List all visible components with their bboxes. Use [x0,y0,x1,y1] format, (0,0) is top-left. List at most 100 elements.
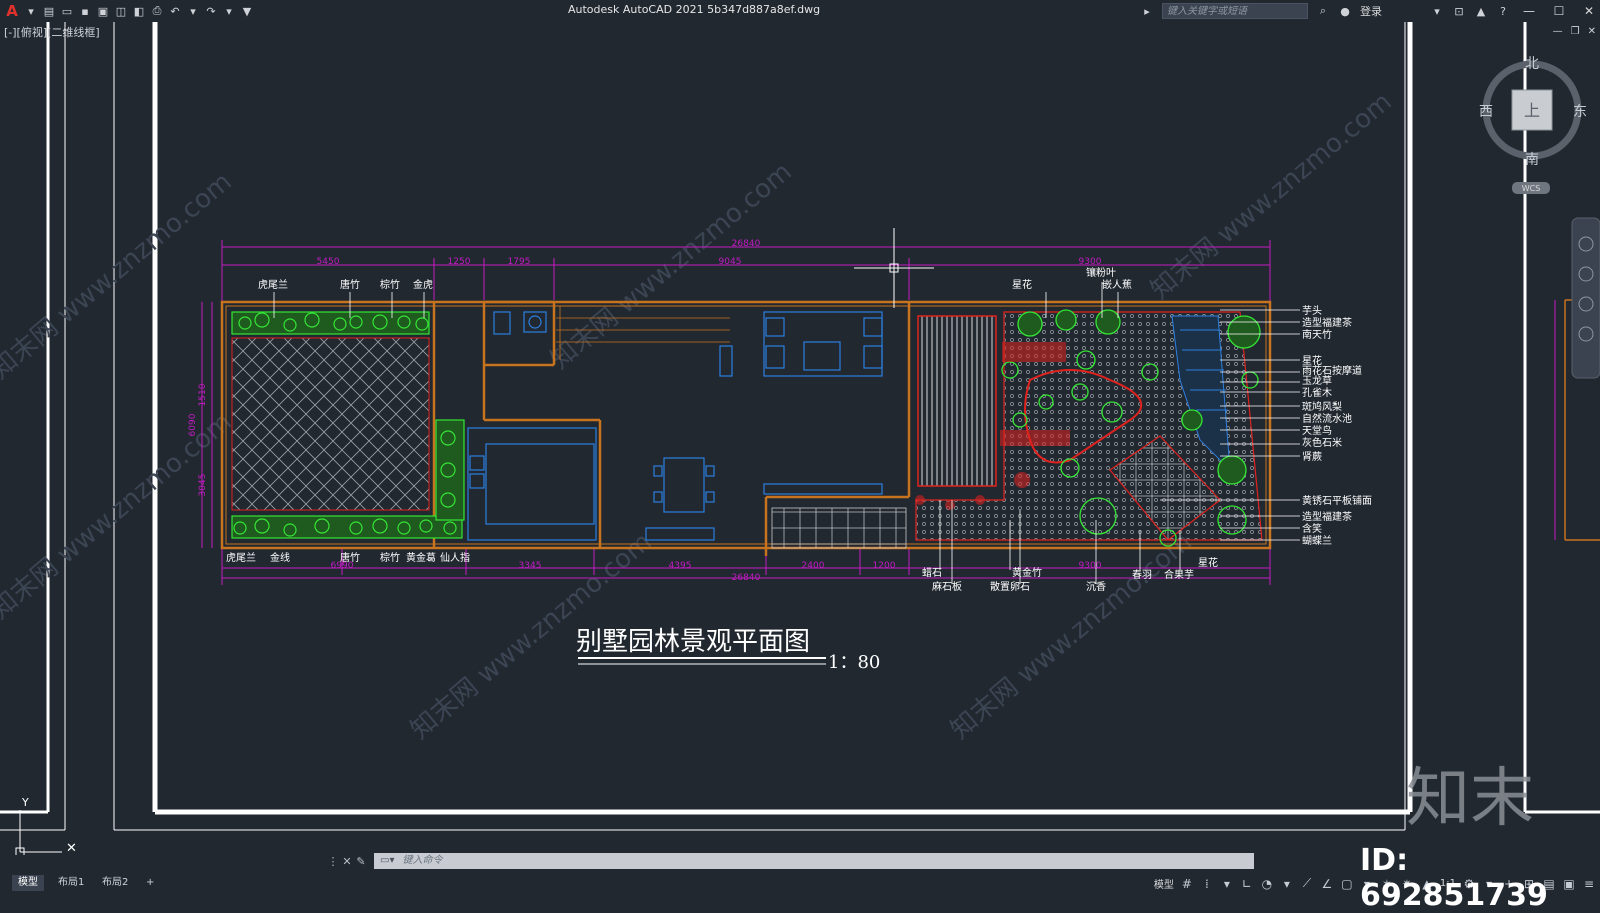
dim-top-2: 1250 [448,257,471,267]
save-as-icon[interactable]: ▣ [96,4,110,18]
user-icon[interactable]: ● [1338,4,1352,18]
command-grip-icon[interactable]: ⋮ [326,855,340,868]
title-bar: A ▾ ▤ ▭ ▪ ▣ ◫ ◧ ⎙ ↶ ▾ ↷ ▾ ▼ Autodesk Aut… [0,0,1600,22]
label-top-left-3: 金虎 [413,278,433,291]
login-dropdown-icon[interactable]: ▾ [1430,4,1444,18]
tab-layout1[interactable]: 布局1 [52,875,90,891]
print-icon[interactable]: ⎙ [150,4,164,18]
save-to-web-icon[interactable]: ◧ [132,4,146,18]
label-right-1: 造型福建茶 [1302,316,1352,329]
command-recent-icon[interactable]: ▭▾ [380,853,394,869]
search-input[interactable]: 键入关键字或短语 [1162,3,1308,19]
dim-top-total: 26840 [732,239,761,249]
tab-model[interactable]: 模型 [12,875,44,891]
customize-toolbar-icon[interactable]: ▼ [240,4,254,18]
viewport-minimize-icon[interactable]: — [1553,26,1563,37]
label-right-12: 黄锈石平板铺面 [1302,494,1372,507]
save-icon[interactable]: ▪ [78,4,92,18]
viewport-window-controls: — ❐ ✕ [1553,26,1596,37]
dim-bottom-6: 9300 [1079,561,1102,571]
window-title: Autodesk AutoCAD 2021 5b347d887a8ef.dwg [568,3,821,16]
dim-top-4: 9045 [719,257,742,267]
label-bottom-right-2: 麻石板 [932,580,962,593]
dim-bottom-5: 1200 [873,561,896,571]
label-right-5: 玉龙草 [1302,374,1332,387]
label-right-9: 天堂鸟 [1302,424,1332,437]
ortho-icon[interactable]: ∟ [1240,877,1254,891]
grid-icon[interactable]: # [1180,877,1194,891]
snap-icon[interactable]: ⁞ [1200,877,1214,891]
dim-left-1: 6090 [188,413,198,436]
undo-dropdown-icon[interactable]: ▾ [186,4,200,18]
minimize-button[interactable]: — [1518,4,1540,18]
label-right-8: 自然流水池 [1302,412,1352,425]
dim-left-2: 1510 [198,383,208,406]
label-bottom-left-2: 唐竹 [340,551,360,564]
label-right-13: 造型福建茶 [1302,510,1352,523]
id-watermark: ID: 692851739 [1360,843,1548,913]
polar-icon[interactable]: ◔ [1260,877,1274,891]
isodraft-icon[interactable]: ⟋ [1300,876,1314,891]
cart-icon[interactable]: ⊡ [1452,4,1466,18]
label-right-6: 孔雀木 [1302,387,1332,399]
open-file-icon[interactable]: ▭ [60,4,74,18]
close-button[interactable]: ✕ [1578,4,1600,18]
label-top-right-0: 星花 [1012,278,1032,291]
dim-top-3: 1795 [508,257,531,267]
dim-bottom-total: 26840 [732,573,761,583]
tab-layout2[interactable]: 布局2 [96,875,134,891]
redo-icon[interactable]: ↷ [204,4,218,18]
label-bottom-right-1: 蜡石 [922,567,942,579]
label-top-left-0: 虎尾兰 [258,278,288,291]
viewcube[interactable]: 上 北 南 西 东 WCS [1479,56,1587,194]
dim-bottom-2: 3345 [519,561,542,571]
lawn-area [231,337,430,511]
redo-dropdown-icon[interactable]: ▾ [222,4,236,18]
label-right-2: 南天竹 [1302,328,1332,341]
viewcube-top-face: 上 [1524,101,1540,120]
label-bottom-right-6: 春羽 [1132,569,1152,581]
crosshair-cursor [854,228,934,308]
plant-border-side [435,419,465,521]
dim-bottom-4: 2400 [802,561,825,571]
label-bottom-right-3: 黄金竹 [1012,566,1042,579]
open-from-web-icon[interactable]: ◫ [114,4,128,18]
viewport-close-icon[interactable]: ✕ [1588,26,1596,37]
viewport-controls-label[interactable]: [-][俯视][二维线框] [4,24,100,40]
expand-search-icon[interactable]: ▸ [1140,4,1154,18]
maximize-button[interactable]: ☐ [1548,4,1570,18]
new-file-icon[interactable]: ▤ [42,4,56,18]
help-icon[interactable]: ? [1496,4,1510,18]
undo-icon[interactable]: ↶ [168,4,182,18]
command-input[interactable]: ▭▾ 键入命令 [374,853,1254,869]
autodesk-app-icon[interactable]: ▲ [1474,4,1488,18]
drawing-scale: 1：80 [828,652,880,673]
navigation-bar[interactable] [1571,217,1600,379]
osnap-tracking-icon[interactable]: ∠ [1320,877,1334,891]
search-icon[interactable]: ⌕ [1316,4,1330,18]
app-menu-dropdown-icon[interactable]: ▾ [24,4,38,18]
model-space-toggle[interactable]: 模型 [1154,876,1174,891]
command-placeholder: 键入命令 [402,855,443,866]
svg-text:Y: Y [21,796,29,809]
login-link[interactable]: 登录 [1360,3,1382,19]
ucs-icon: Y ✕ [15,796,77,855]
command-close-icon[interactable]: ✕ [340,855,354,868]
add-layout-button[interactable]: + [140,875,160,891]
polar-dropdown-icon[interactable]: ▾ [1280,877,1294,891]
paving-tiles [771,507,907,549]
watermark-text: 知末网 www.znzmo.com [1145,87,1397,306]
command-line: ⋮ ✕ ✎ ▭▾ 键入命令 [326,852,1276,870]
viewport-restore-icon[interactable]: ❐ [1571,26,1580,37]
drawing-canvas[interactable]: 知末网 www.znzmo.com 知末网 www.znzmo.com 知末网 … [0,0,1600,855]
object-snap-icon[interactable]: ▢ [1340,877,1354,891]
label-right-15: 蝴蝶兰 [1302,534,1332,547]
autocad-logo-icon[interactable]: A [4,2,20,20]
label-bottom-left-5: 仙人指 [440,551,470,564]
command-customize-icon[interactable]: ✎ [354,855,368,868]
snap-dropdown-icon[interactable]: ▾ [1220,877,1234,891]
wood-deck [917,315,997,487]
dim-top-5: 9300 [1079,257,1102,267]
svg-text:✕: ✕ [66,841,77,855]
label-bottom-right-0: 星花 [1198,556,1218,569]
